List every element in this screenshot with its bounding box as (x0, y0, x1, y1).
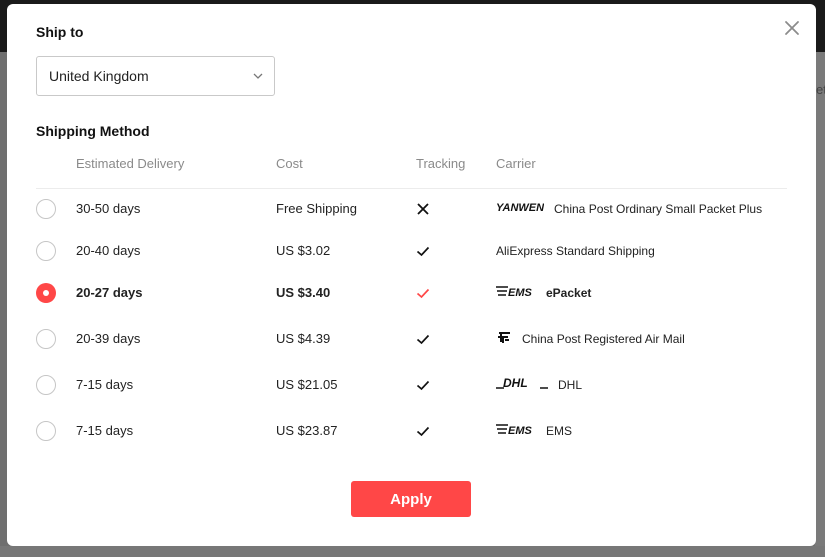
tracking-check-icon (416, 378, 430, 392)
carrier: YANWEN China Post Ordinary Small Packet P… (496, 197, 762, 221)
carrier: DHL DHL (496, 373, 582, 397)
column-carrier: Carrier (496, 156, 536, 171)
radio-button-selected[interactable] (36, 283, 56, 303)
close-button[interactable] (782, 18, 802, 38)
carrier: EMS ePacket (496, 281, 591, 305)
shipping-option-row[interactable]: 20-40 days US $3.02 AliExpress Standard Sh… (36, 231, 787, 273)
carrier-name: China Post Ordinary Small Packet Plus (554, 202, 763, 216)
tracking-check-icon (416, 424, 430, 438)
yanwen-logo: YANWEN (496, 200, 545, 219)
shipping-cost: US $21.05 (276, 377, 338, 392)
estimated-delivery: 7-15 days (76, 423, 134, 438)
radio-button[interactable] (36, 199, 56, 219)
shipping-option-row[interactable]: 30-50 days Free Shipping YANWEN China Post … (36, 189, 787, 231)
country-select[interactable]: United Kingdom (36, 56, 275, 96)
carrier-name: China Post Registered Air Mail (522, 332, 685, 346)
shipping-cost: US $4.39 (276, 331, 331, 346)
background-peek-text: et (816, 82, 825, 97)
shipping-cost: Free Shipping (276, 201, 357, 216)
close-icon (785, 21, 799, 35)
radio-button[interactable] (36, 421, 56, 441)
country-select-value: United Kingdom (49, 68, 149, 84)
svg-text:YANWEN: YANWEN (496, 202, 544, 214)
tracking-check-icon (416, 244, 430, 258)
estimated-delivery: 20-27 days (76, 285, 143, 300)
carrier: AliExpress Standard Shipping (496, 239, 655, 263)
background-page (815, 52, 825, 557)
apply-button[interactable]: Apply (351, 481, 471, 517)
column-tracking: Tracking (416, 156, 466, 171)
svg-text:EMS: EMS (508, 287, 533, 298)
svg-text:EMS: EMS (508, 425, 533, 436)
shipping-method-title: Shipping Method (36, 123, 150, 139)
background-footer (0, 546, 825, 557)
tracking-check-icon (416, 332, 430, 346)
estimated-delivery: 30-50 days (76, 201, 141, 216)
shipping-option-row[interactable]: 7-15 days US $21.05 DHL DHL (36, 365, 787, 407)
carrier-name: ePacket (546, 286, 592, 300)
radio-button[interactable] (36, 241, 56, 261)
dhl-logo: DHL (496, 376, 548, 395)
carrier-name: EMS (546, 424, 573, 438)
shipping-option-row[interactable]: 20-39 days US $4.39 China Post Registered … (36, 319, 787, 361)
column-cost: Cost (276, 156, 303, 171)
chevron-down-icon (253, 73, 263, 79)
ems-logo: EMS (496, 284, 536, 303)
estimated-delivery: 20-39 days (76, 331, 141, 346)
tracking-check-icon (416, 286, 430, 300)
ems-logo: EMS (496, 422, 536, 441)
shipping-table-header: Estimated Delivery Cost Tracking Carrier (36, 152, 787, 189)
svg-text:DHL: DHL (503, 376, 528, 390)
radio-button[interactable] (36, 329, 56, 349)
estimated-delivery: 20-40 days (76, 243, 141, 258)
shipping-modal: Ship to United Kingdom Shipping Method E… (7, 4, 816, 546)
carrier-name: AliExpress Standard Shipping (496, 244, 655, 258)
carrier: EMS EMS (496, 419, 572, 443)
carrier: China Post Registered Air Mail (496, 327, 685, 351)
radio-button[interactable] (36, 375, 56, 395)
shipping-cost: US $23.87 (276, 423, 338, 438)
shipping-cost: US $3.40 (276, 285, 331, 300)
china-post-logo (496, 329, 512, 350)
column-estimated-delivery: Estimated Delivery (76, 156, 185, 171)
carrier-name: DHL (558, 378, 583, 392)
ship-to-title: Ship to (36, 24, 84, 40)
shipping-option-row[interactable]: 20-27 days US $3.40 EMS ePacket (36, 273, 787, 315)
no-tracking-icon (416, 202, 430, 216)
shipping-cost: US $3.02 (276, 243, 331, 258)
estimated-delivery: 7-15 days (76, 377, 134, 392)
shipping-option-row[interactable]: 7-15 days US $23.87 EMS EMS (36, 411, 787, 453)
